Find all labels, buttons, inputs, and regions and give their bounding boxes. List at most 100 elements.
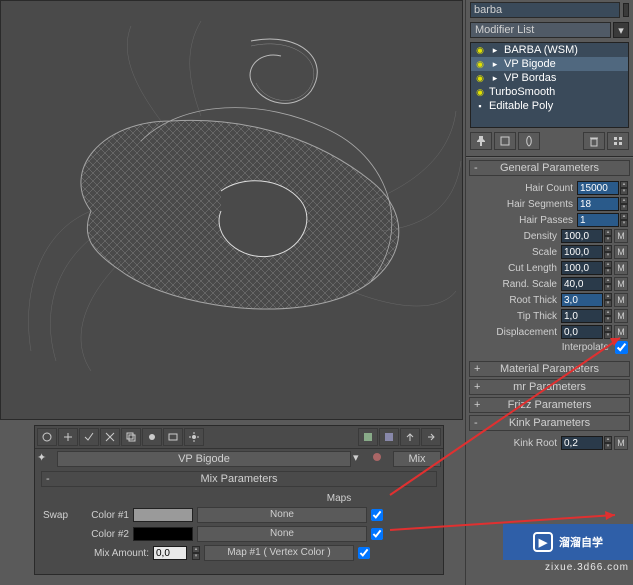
color1-map-slot[interactable]: None	[197, 507, 367, 523]
tip-thick-input[interactable]	[561, 309, 603, 323]
color1-enable-checkbox[interactable]	[371, 509, 383, 521]
rollout-header-kink[interactable]: -Kink Parameters	[469, 415, 630, 431]
rollout-title: Mix Parameters	[200, 473, 277, 485]
map-button[interactable]: M	[614, 277, 628, 291]
pin-stack-button[interactable]	[470, 132, 492, 150]
mix-amount-input[interactable]	[153, 546, 187, 560]
map-button[interactable]: M	[614, 261, 628, 275]
mix-rollout-header[interactable]: - Mix Parameters	[41, 471, 437, 487]
scale-input[interactable]	[561, 245, 603, 259]
map-button[interactable]: M	[614, 229, 628, 243]
modifier-list-dropdown[interactable]: Modifier List	[470, 22, 611, 38]
object-name-input[interactable]	[470, 2, 620, 18]
spinner[interactable]: ▴▾	[620, 213, 628, 227]
modifier-list-arrow[interactable]: ▾	[613, 22, 629, 38]
minus-icon: -	[46, 473, 50, 485]
color2-enable-checkbox[interactable]	[371, 528, 383, 540]
color2-map-slot[interactable]: None	[197, 526, 367, 542]
hair-segments-input[interactable]	[577, 197, 619, 211]
rollout-header-mr[interactable]: +mr Parameters	[469, 379, 630, 395]
go-forward-button[interactable]	[421, 428, 441, 446]
expand-icon[interactable]: ▸	[489, 58, 501, 70]
stack-item[interactable]: ◉ ▸ BARBA (WSM)	[471, 43, 628, 57]
expand-icon[interactable]: ▸	[489, 44, 501, 56]
map-type-button[interactable]: Mix	[393, 451, 441, 467]
sphere-icon[interactable]	[371, 451, 391, 467]
show-map-button[interactable]	[358, 428, 378, 446]
displacement-input[interactable]	[561, 325, 603, 339]
mix-amount-map-slot[interactable]: Map #1 ( Vertex Color )	[204, 545, 354, 561]
param-label: Interpolate	[471, 342, 613, 353]
spinner[interactable]: ▴▾	[604, 277, 612, 291]
get-material-button[interactable]	[37, 428, 57, 446]
hair-count-input[interactable]	[577, 181, 619, 195]
pick-material-button[interactable]: ✦	[37, 451, 55, 467]
viewport[interactable]	[0, 0, 463, 420]
spinner[interactable]: ▴▾	[620, 181, 628, 195]
cut-length-input[interactable]	[561, 261, 603, 275]
reset-button[interactable]	[100, 428, 120, 446]
expand-icon[interactable]: ▪	[474, 100, 486, 112]
color2-swatch[interactable]	[133, 527, 193, 541]
lightbulb-icon[interactable]: ◉	[474, 44, 486, 56]
rollout-header-frizz[interactable]: +Frizz Parameters	[469, 397, 630, 413]
make-copy-button[interactable]	[121, 428, 141, 446]
spinner[interactable]: ▴▾	[604, 261, 612, 275]
map-button[interactable]: M	[614, 325, 628, 339]
rand-scale-input[interactable]	[561, 277, 603, 291]
show-end-result-button[interactable]	[494, 132, 516, 150]
rollout-header-material[interactable]: +Material Parameters	[469, 361, 630, 377]
map-name-field[interactable]: VP Bigode	[57, 451, 351, 467]
spinner[interactable]: ▴▾	[604, 229, 612, 243]
map-button[interactable]: M	[614, 436, 628, 450]
density-input[interactable]	[561, 229, 603, 243]
color1-swatch[interactable]	[133, 508, 193, 522]
stack-label: BARBA (WSM)	[504, 44, 578, 56]
show-end-button[interactable]	[379, 428, 399, 446]
make-unique-button[interactable]	[142, 428, 162, 446]
spinner[interactable]: ▴▾	[604, 325, 612, 339]
param-label: Displacement	[471, 327, 561, 338]
hair-passes-input[interactable]	[577, 213, 619, 227]
mix-amount-label: Mix Amount:	[81, 548, 149, 559]
spinner[interactable]: ▴▾	[604, 309, 612, 323]
root-thick-input[interactable]	[561, 293, 603, 307]
kink-root-input[interactable]	[561, 436, 603, 450]
interpolate-checkbox[interactable]	[615, 341, 628, 354]
lightbulb-icon[interactable]: ◉	[474, 86, 486, 98]
stack-item[interactable]: ◉ TurboSmooth	[471, 85, 628, 99]
effects-button[interactable]	[184, 428, 204, 446]
rollout-header[interactable]: - General Parameters	[469, 160, 630, 176]
modifier-stack[interactable]: ◉ ▸ BARBA (WSM) ◉ ▸ VP Bigode ◉ ▸ VP Bor…	[470, 42, 629, 128]
go-parent-button[interactable]	[400, 428, 420, 446]
map-button[interactable]: M	[614, 245, 628, 259]
rollout-title: mr Parameters	[513, 381, 586, 393]
spinner[interactable]: ▴▾	[192, 546, 200, 560]
stack-item[interactable]: ◉ ▸ VP Bordas	[471, 71, 628, 85]
rollout-title: Kink Parameters	[509, 417, 590, 429]
dropdown-button[interactable]: ▾	[353, 451, 369, 467]
map-button[interactable]: M	[614, 293, 628, 307]
spinner[interactable]: ▴▾	[604, 436, 612, 450]
mix-amount-enable-checkbox[interactable]	[358, 547, 370, 559]
configure-sets-button[interactable]	[607, 132, 629, 150]
make-unique-button[interactable]	[518, 132, 540, 150]
swap-button[interactable]: Swap	[43, 510, 77, 521]
lightbulb-icon[interactable]: ◉	[474, 58, 486, 70]
put-material-button[interactable]	[58, 428, 78, 446]
stack-item[interactable]: ▪ Editable Poly	[471, 99, 628, 113]
material-editor-panel: ✦ VP Bigode ▾ Mix - Mix Parameters Maps …	[34, 425, 444, 575]
remove-modifier-button[interactable]	[583, 132, 605, 150]
spinner[interactable]: ▴▾	[604, 245, 612, 259]
assign-button[interactable]	[79, 428, 99, 446]
map-button[interactable]: M	[614, 309, 628, 323]
put-library-button[interactable]	[163, 428, 183, 446]
spinner[interactable]: ▴▾	[604, 293, 612, 307]
param-label: Density	[471, 231, 561, 242]
spinner[interactable]: ▴▾	[620, 197, 628, 211]
lightbulb-icon[interactable]: ◉	[474, 72, 486, 84]
object-color-swatch[interactable]	[623, 3, 629, 17]
color2-label: Color #2	[81, 529, 129, 540]
stack-item[interactable]: ◉ ▸ VP Bigode	[471, 57, 628, 71]
expand-icon[interactable]: ▸	[489, 72, 501, 84]
